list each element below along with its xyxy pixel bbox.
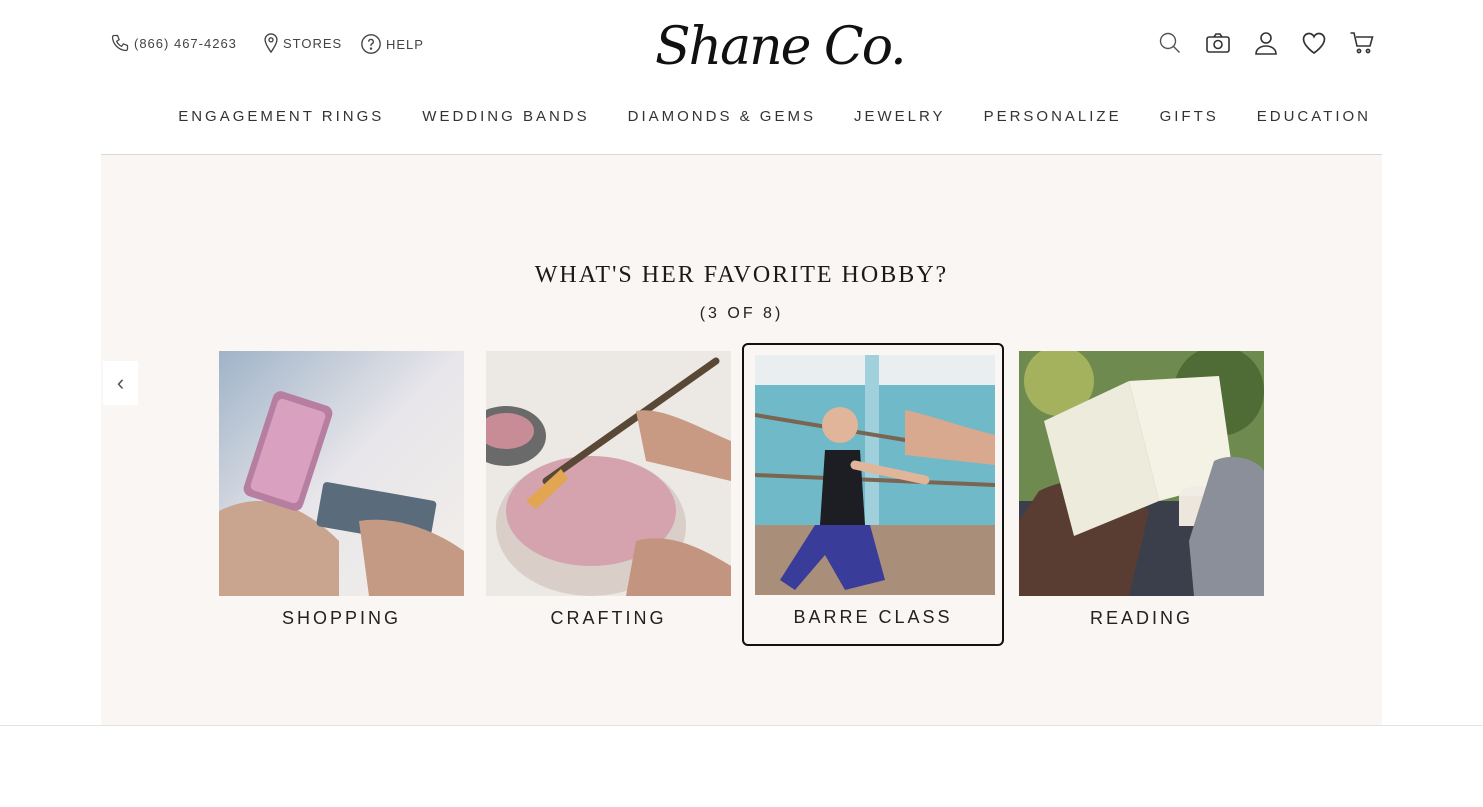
header-icons	[1157, 30, 1375, 56]
crafting-image	[486, 351, 731, 596]
main-nav: ENGAGEMENT RINGS WEDDING BANDS DIAMONDS …	[101, 108, 1382, 125]
stores-link[interactable]: STORES	[263, 33, 342, 53]
hobby-option-reading[interactable]: READING	[1019, 351, 1264, 629]
logo-wordmark: Shane Co.	[655, 17, 907, 77]
hobby-option-barre-class[interactable]: BARRE CLASS	[742, 343, 1004, 646]
cart-icon[interactable]	[1349, 30, 1375, 56]
phone-number: (866) 467-4263	[134, 35, 237, 51]
nav-engagement-rings[interactable]: ENGAGEMENT RINGS	[178, 108, 384, 125]
shane-co-logo[interactable]: Shane Co.®	[655, 10, 907, 84]
top-header: (866) 467-4263 STORES HELP Shane Co.®	[0, 0, 1483, 92]
carousel-prev-button[interactable]: ‹	[103, 361, 138, 405]
footer-divider	[0, 725, 1483, 726]
quiz-progress: (3 OF 8)	[699, 305, 784, 322]
hobby-option-shopping[interactable]: SHOPPING	[219, 351, 464, 629]
nav-diamonds-gems[interactable]: DIAMONDS & GEMS	[628, 108, 816, 125]
location-pin-icon	[263, 33, 279, 53]
search-icon[interactable]	[1157, 30, 1183, 56]
nav-education[interactable]: EDUCATION	[1257, 108, 1371, 125]
help-label: HELP	[386, 36, 424, 52]
help-link[interactable]: HELP	[360, 33, 424, 55]
hobby-label: READING	[1089, 608, 1193, 628]
barre-class-image	[755, 355, 995, 595]
account-icon[interactable]	[1253, 30, 1279, 56]
quiz-question: WHAT'S HER FAVORITE HOBBY?	[534, 262, 949, 288]
nav-gifts[interactable]: GIFTS	[1160, 108, 1219, 125]
shopping-image	[219, 351, 464, 596]
nav-jewelry[interactable]: JEWELRY	[854, 108, 946, 125]
camera-icon[interactable]	[1205, 30, 1231, 56]
nav-wedding-bands[interactable]: WEDDING BANDS	[422, 108, 589, 125]
hobby-option-crafting[interactable]: CRAFTING	[486, 351, 731, 629]
reading-image	[1019, 351, 1264, 596]
phone-link[interactable]: (866) 467-4263	[110, 33, 237, 53]
stores-label: STORES	[283, 35, 343, 51]
phone-icon	[110, 33, 130, 53]
heart-icon[interactable]	[1301, 30, 1327, 56]
hobby-label: BARRE CLASS	[793, 607, 953, 627]
nav-personalize[interactable]: PERSONALIZE	[984, 108, 1122, 125]
hobby-label: CRAFTING	[550, 608, 667, 628]
chevron-left-icon: ‹	[116, 370, 125, 395]
help-icon	[360, 33, 382, 55]
hobby-label: SHOPPING	[281, 608, 402, 628]
